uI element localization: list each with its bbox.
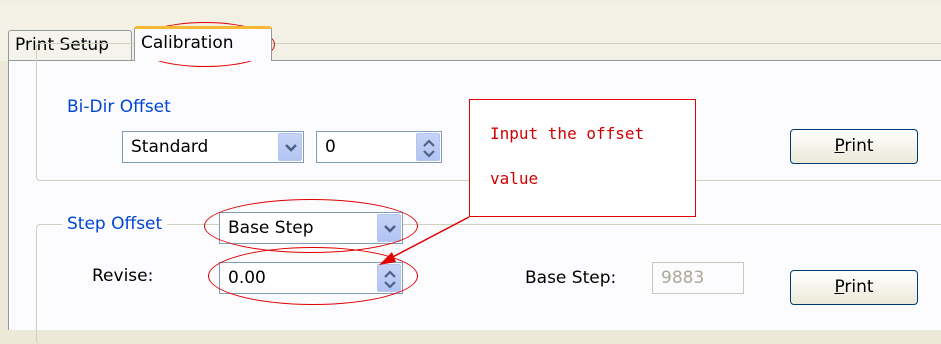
tab-calibration[interactable]: Calibration — [134, 26, 272, 61]
